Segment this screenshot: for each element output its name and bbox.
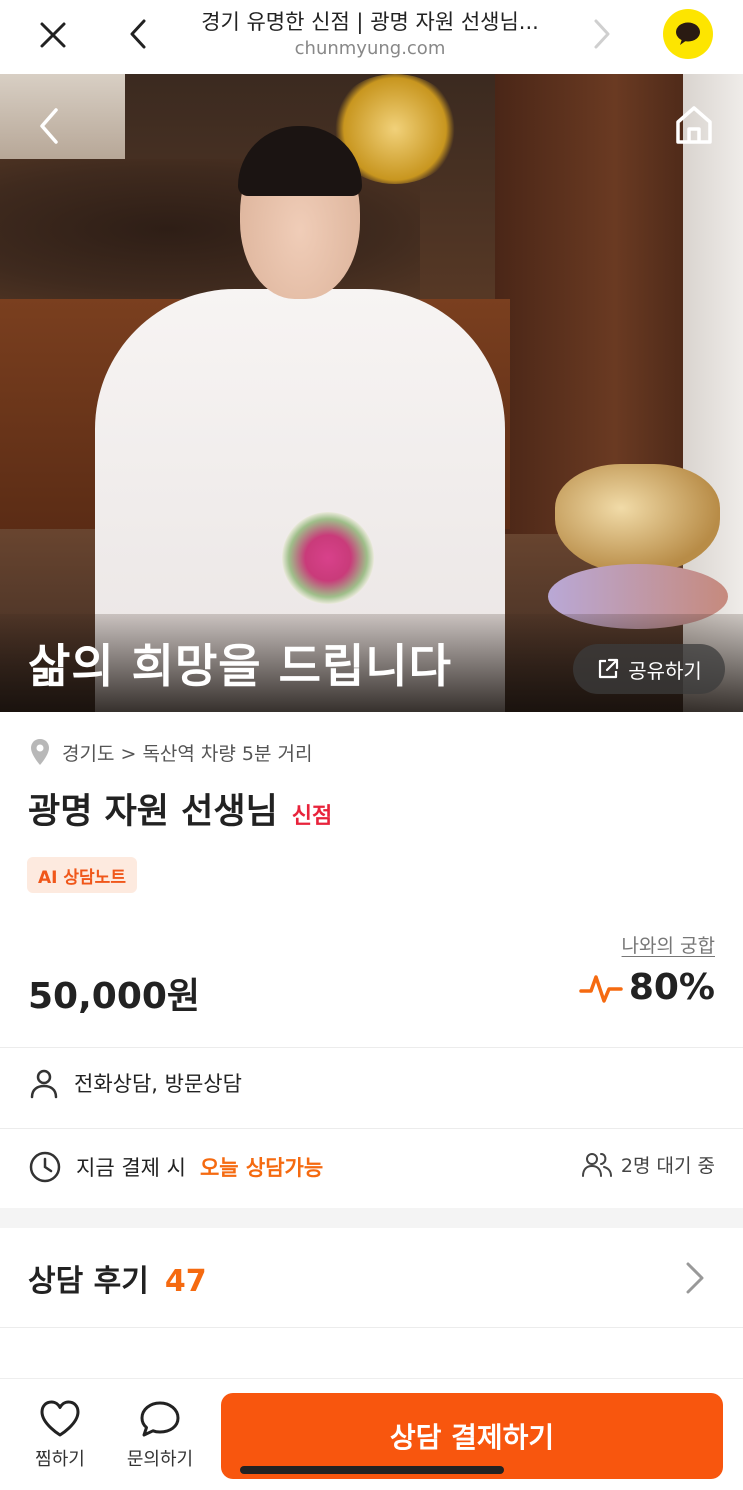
pulse-icon xyxy=(579,974,623,1003)
chevron-right-icon[interactable] xyxy=(586,15,616,53)
hero-image: 삶의 희망을 드립니다 공유하기 xyxy=(0,74,743,712)
share-label: 공유하기 xyxy=(628,658,702,683)
inquiry-button[interactable]: 문의하기 xyxy=(120,1399,200,1471)
compatibility-value: 80% xyxy=(628,967,715,1008)
heart-icon xyxy=(40,1400,80,1437)
consult-types: 전화상담, 방문상담 xyxy=(74,1072,242,1096)
counselor-name: 광명 자원 선생님 xyxy=(28,792,278,832)
browser-top-bar: 경기 유명한 신점 | 광명 자원 선생님... chunmyung.com xyxy=(0,0,743,74)
browser-title: 경기 유명한 신점 | 광명 자원 선생님... xyxy=(201,10,539,34)
browser-domain: chunmyung.com xyxy=(294,38,446,59)
home-icon[interactable] xyxy=(672,102,716,146)
divider xyxy=(0,1327,743,1328)
compatibility-score: 80% xyxy=(579,967,715,1008)
waiting-status: 2명 대기 중 xyxy=(581,1150,715,1178)
bottom-action-bar: 찜하기 문의하기 상담 결제하기 xyxy=(0,1378,743,1490)
reviews-label: 상담 후기 xyxy=(28,1264,149,1299)
name-row: 광명 자원 선생님 신점 xyxy=(28,783,332,834)
ai-note-tag[interactable]: AI 상담노트 xyxy=(27,857,137,893)
pay-prefix: 지금 결제 시 xyxy=(76,1156,186,1180)
reviews-count: 47 xyxy=(164,1264,207,1299)
clock-icon xyxy=(29,1151,61,1183)
external-link-icon xyxy=(599,658,619,679)
like-label: 찜하기 xyxy=(35,1449,85,1470)
divider xyxy=(0,1047,743,1048)
chevron-left-icon[interactable] xyxy=(124,15,154,53)
consult-types-row: 전화상담, 방문상담 xyxy=(28,1067,715,1099)
availability-highlight: 오늘 상담가능 xyxy=(199,1156,324,1180)
like-button[interactable]: 찜하기 xyxy=(20,1399,100,1471)
section-spacer xyxy=(0,1208,743,1228)
chat-bubble-icon xyxy=(140,1401,180,1437)
person-icon xyxy=(30,1069,58,1099)
category-badge: 신점 xyxy=(291,804,333,829)
home-indicator xyxy=(240,1466,504,1474)
price: 50,000원 xyxy=(28,976,201,1017)
location-row: 경기도 > 독산역 차량 5분 거리 xyxy=(30,738,313,766)
chevron-right-icon[interactable] xyxy=(683,1258,707,1298)
compatibility-link[interactable]: 나와의 궁합 xyxy=(622,931,715,958)
hero-slogan: 삶의 희망을 드립니다 xyxy=(28,639,452,693)
chevron-left-icon[interactable] xyxy=(32,104,66,148)
location-text: 경기도 > 독산역 차량 5분 거리 xyxy=(62,742,313,765)
kakao-chat-icon[interactable] xyxy=(663,9,713,59)
people-icon xyxy=(581,1153,612,1177)
waiting-text: 2명 대기 중 xyxy=(620,1154,715,1177)
share-button[interactable]: 공유하기 xyxy=(573,644,725,694)
location-pin-icon xyxy=(31,739,49,765)
inquiry-label: 문의하기 xyxy=(126,1449,194,1470)
close-icon[interactable] xyxy=(34,16,72,54)
divider xyxy=(0,1128,743,1129)
reviews-header[interactable]: 상담 후기 47 xyxy=(28,1256,207,1300)
